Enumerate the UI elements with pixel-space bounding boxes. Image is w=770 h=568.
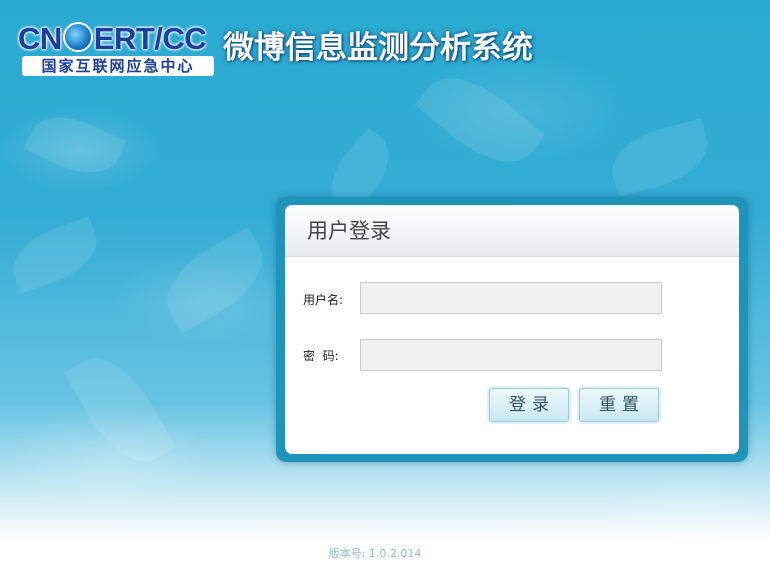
reset-button[interactable]: 重置	[579, 388, 659, 422]
logo-text-right: ERT/CC	[93, 21, 207, 56]
leaf-decoration	[64, 343, 176, 477]
globe-icon	[62, 22, 93, 52]
username-label: 用户名:	[303, 293, 344, 307]
version-text: 版本号: 1.0.2.014	[328, 547, 422, 560]
login-panel-header: 用户登录	[285, 205, 739, 257]
login-title: 用户登录	[307, 219, 391, 243]
logo-text-left: CN	[18, 21, 62, 56]
leaf-decoration	[4, 216, 106, 294]
cncert-logo: CN ERT/CC 国家互联网应急中心	[18, 22, 214, 78]
logo-subtitle: 国家互联网应急中心	[22, 56, 214, 76]
password-input[interactable]	[360, 339, 662, 371]
leaf-decoration	[23, 103, 127, 187]
password-label: 密 码:	[303, 349, 339, 363]
login-button[interactable]: 登录	[489, 388, 569, 422]
system-title: 微博信息监测分析系统	[223, 30, 533, 66]
login-panel: 用户登录 用户名: 密 码: 登录 重置	[285, 205, 739, 454]
username-input[interactable]	[360, 282, 662, 314]
leaf-decoration	[604, 117, 716, 198]
leaf-decoration	[414, 58, 546, 182]
leaf-decoration	[152, 226, 278, 334]
